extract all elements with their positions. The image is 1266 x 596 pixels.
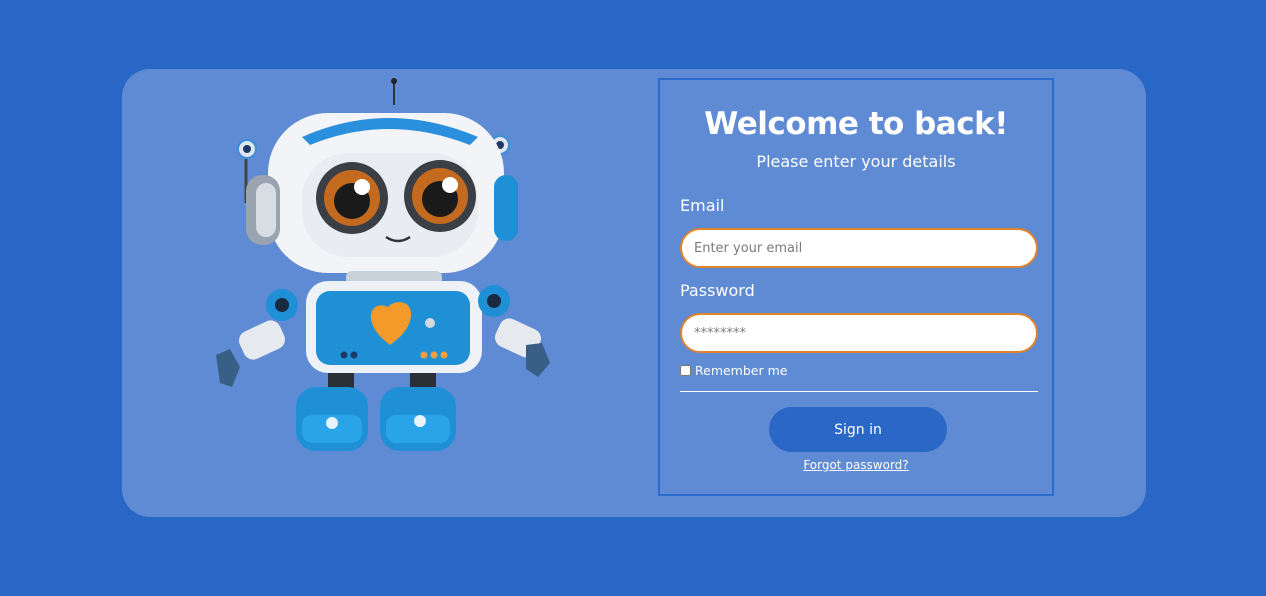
forgot-password-link[interactable]: Forgot password?	[660, 458, 1052, 472]
remember-me-checkbox[interactable]	[680, 365, 691, 376]
login-card: Welcome to back! Please enter your detai…	[122, 69, 1146, 517]
robot-illustration	[210, 75, 570, 460]
email-input[interactable]	[680, 228, 1038, 268]
password-label: Password	[680, 281, 755, 300]
email-label: Email	[680, 196, 725, 215]
remember-me-label: Remember me	[695, 363, 788, 378]
login-form: Welcome to back! Please enter your detai…	[658, 78, 1054, 496]
sign-in-button[interactable]: Sign in	[769, 407, 947, 452]
remember-me-row: Remember me	[680, 363, 787, 378]
page-subtitle: Please enter your details	[756, 152, 956, 171]
form-divider	[680, 391, 1038, 392]
robot-image	[216, 78, 550, 451]
password-input[interactable]	[680, 313, 1038, 353]
page-title: Welcome to back!	[704, 106, 1008, 142]
